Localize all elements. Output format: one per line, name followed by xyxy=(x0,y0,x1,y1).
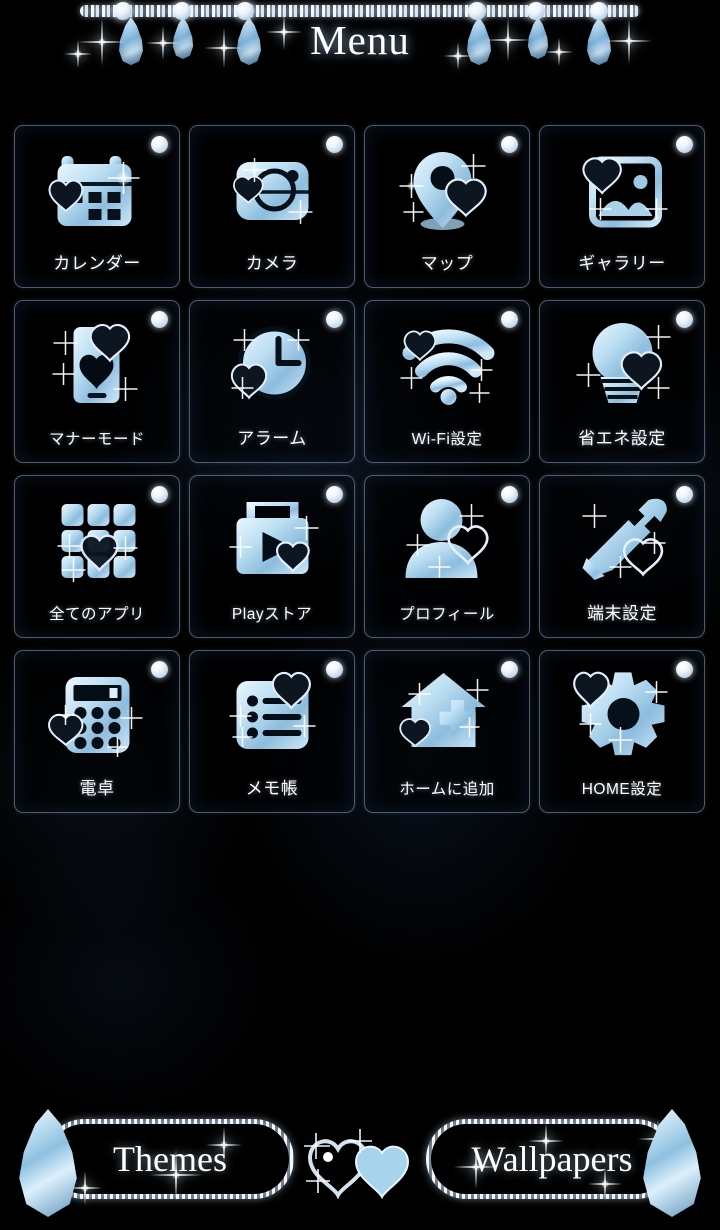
header: Menu xyxy=(0,0,720,100)
map-pin-icon xyxy=(395,140,500,240)
page-title: Menu xyxy=(310,17,410,63)
play-store-icon xyxy=(220,490,325,590)
pearl-badge-icon xyxy=(676,661,693,678)
themes-button[interactable]: Themes xyxy=(10,1109,300,1217)
pearl-badge-icon xyxy=(326,661,343,678)
app-tile-silent-mode[interactable]: マナーモード xyxy=(14,300,180,463)
home-screen: Menu カレンダー カメラ マップ ギャラリー マナーモード アラーム Wi-… xyxy=(0,0,720,1230)
app-label: 省エネ設定 xyxy=(578,429,666,448)
app-tile-wifi[interactable]: Wi-Fi設定 xyxy=(364,300,530,463)
pearl-badge-icon xyxy=(501,486,518,503)
app-label: カレンダー xyxy=(53,254,141,273)
app-label: 全てのアプリ xyxy=(48,606,145,623)
app-label: プロフィール xyxy=(399,606,495,623)
app-label: カメラ xyxy=(245,254,299,273)
heart-gem-icon xyxy=(304,1127,416,1200)
app-label: Wi-Fi設定 xyxy=(411,431,483,448)
app-tile-notepad[interactable]: メモ帳 xyxy=(189,650,355,813)
app-tile-add-to-home[interactable]: ホームに追加 xyxy=(364,650,530,813)
wallpapers-label: Wallpapers xyxy=(471,1139,633,1179)
bottom-bar: Themes Wallpapers xyxy=(0,1085,720,1230)
wallpapers-button[interactable]: Wallpapers xyxy=(420,1109,710,1217)
app-drawer-icon xyxy=(45,490,150,590)
wifi-icon xyxy=(395,315,500,415)
camera-icon xyxy=(220,140,325,240)
pearl-badge-icon xyxy=(501,136,518,153)
pearl-badge-icon xyxy=(676,486,693,503)
pearl-badge-icon xyxy=(676,311,693,328)
app-icon-grid: カレンダー カメラ マップ ギャラリー マナーモード アラーム Wi-Fi設定 … xyxy=(14,125,706,813)
app-tile-calendar[interactable]: カレンダー xyxy=(14,125,180,288)
app-tile-device-settings[interactable]: 端末設定 xyxy=(539,475,705,638)
app-label: マップ xyxy=(420,254,474,273)
app-label: メモ帳 xyxy=(245,779,299,798)
pearl-badge-icon xyxy=(151,661,168,678)
profile-icon xyxy=(395,490,500,590)
gallery-icon xyxy=(570,140,675,240)
app-label: HOME設定 xyxy=(581,781,663,798)
pearl-badge-icon xyxy=(151,486,168,503)
pearl-badge-icon xyxy=(151,311,168,328)
themes-label: Themes xyxy=(113,1139,227,1179)
pearl-badge-icon xyxy=(676,136,693,153)
app-tile-profile[interactable]: プロフィール xyxy=(364,475,530,638)
notepad-icon xyxy=(220,665,325,765)
app-label: Playストア xyxy=(231,606,313,623)
app-tile-alarm[interactable]: アラーム xyxy=(189,300,355,463)
pearl-badge-icon xyxy=(501,311,518,328)
alarm-clock-icon xyxy=(220,315,325,415)
pearl-badge-icon xyxy=(326,486,343,503)
pearl-badge-icon xyxy=(326,136,343,153)
app-label: 電卓 xyxy=(79,779,115,798)
app-tile-calculator[interactable]: 電卓 xyxy=(14,650,180,813)
calendar-icon xyxy=(45,140,150,240)
app-label: アラーム xyxy=(237,429,307,448)
app-label: ギャラリー xyxy=(578,254,666,273)
app-label: 端末設定 xyxy=(587,604,657,623)
home-settings-gear-icon xyxy=(570,665,675,765)
pearl-badge-icon xyxy=(326,311,343,328)
add-to-home-icon xyxy=(395,665,500,765)
app-label: マナーモード xyxy=(48,431,145,448)
app-tile-all-apps[interactable]: 全てのアプリ xyxy=(14,475,180,638)
pearl-badge-icon xyxy=(501,661,518,678)
app-tile-power-saving[interactable]: 省エネ設定 xyxy=(539,300,705,463)
silent-mode-icon xyxy=(45,315,150,415)
lightbulb-icon xyxy=(570,315,675,415)
app-tile-camera[interactable]: カメラ xyxy=(189,125,355,288)
app-tile-map[interactable]: マップ xyxy=(364,125,530,288)
pearl-badge-icon xyxy=(151,136,168,153)
calculator-icon xyxy=(45,665,150,765)
app-tile-play-store[interactable]: Playストア xyxy=(189,475,355,638)
app-label: ホームに追加 xyxy=(399,781,495,798)
wrench-screwdriver-icon xyxy=(570,490,675,590)
app-tile-home-settings[interactable]: HOME設定 xyxy=(539,650,705,813)
app-tile-gallery[interactable]: ギャラリー xyxy=(539,125,705,288)
